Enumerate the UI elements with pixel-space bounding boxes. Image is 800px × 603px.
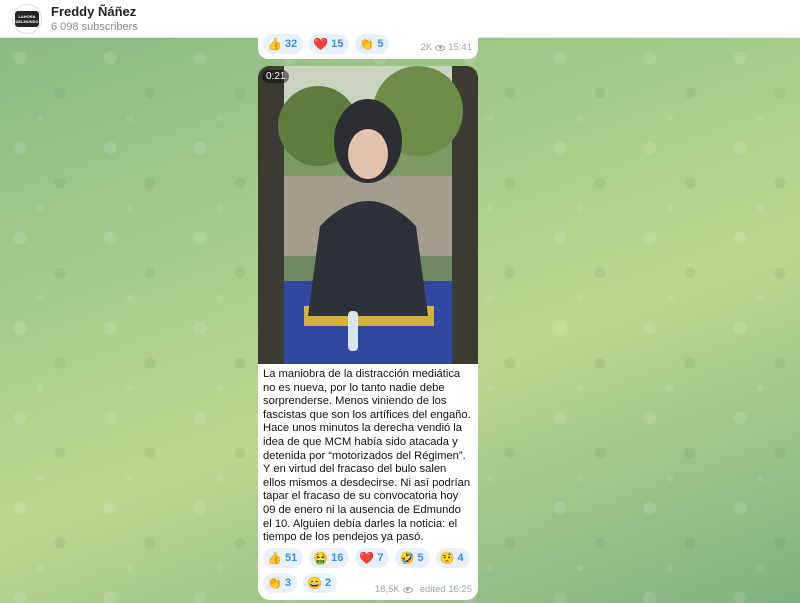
message-meta: 18,5K edited 16:25 xyxy=(375,584,472,595)
reaction-chip[interactable]: 👍 51 xyxy=(263,548,304,568)
reaction-chip[interactable]: 👍 32 xyxy=(263,34,304,54)
edited-time: edited 16:25 xyxy=(419,584,472,595)
red-heart-icon: ❤️ xyxy=(359,551,375,565)
reaction-chip[interactable]: 🤮 16 xyxy=(309,548,350,568)
avatar[interactable]: LAHORA DELMUNDO xyxy=(12,3,42,34)
reaction-chip[interactable]: ❤️ 15 xyxy=(309,34,350,54)
reactions-row: 👍 51 🤮 16 ❤️ 7 🤣 5 🤨 4 xyxy=(263,548,470,568)
reaction-count: 7 xyxy=(377,552,384,564)
reaction-count: 5 xyxy=(417,552,424,564)
video-frame-image xyxy=(258,66,478,364)
thumbs-up-icon: 👍 xyxy=(267,37,282,51)
channel-logo: LAHORA DELMUNDO xyxy=(15,10,39,27)
reaction-count: 15 xyxy=(331,38,344,50)
video-thumbnail[interactable]: 0:21 xyxy=(258,66,478,364)
subscriber-count: 6 098 subscribers xyxy=(51,21,138,33)
vomiting-face-icon: 🤮 xyxy=(313,551,329,565)
view-count: 18,5K xyxy=(374,584,400,595)
message-bubble: 0:21 La maniobra de la distracción mediá… xyxy=(258,66,478,600)
reaction-chip[interactable]: 😄 2 xyxy=(303,573,338,593)
channel-name: Freddy Ñáñez xyxy=(51,4,137,19)
reactions-row: 👏 3 😄 2 xyxy=(263,573,338,593)
previous-message: 👍 32 ❤️ 15 👏 5 2K 15:41 xyxy=(258,30,478,59)
reaction-count: 51 xyxy=(284,552,298,564)
reaction-count: 3 xyxy=(284,577,292,589)
rolling-laughing-icon: 🤣 xyxy=(399,551,415,565)
clapping-icon: 👏 xyxy=(359,37,375,51)
view-count: 2K xyxy=(420,42,433,53)
reaction-count: 2 xyxy=(325,577,332,589)
thumbs-up-icon: 👍 xyxy=(267,551,282,565)
reaction-count: 32 xyxy=(284,38,298,50)
eye-icon xyxy=(435,44,446,51)
red-heart-icon: ❤️ xyxy=(313,37,329,51)
channel-info[interactable]: Freddy Ñáñez 6 098 subscribers xyxy=(51,4,138,33)
reactions-row: 👍 32 ❤️ 15 👏 5 xyxy=(263,34,390,54)
reaction-chip[interactable]: ❤️ 7 xyxy=(355,548,390,568)
reaction-chip[interactable]: 👏 3 xyxy=(263,573,298,593)
message-time: 15:41 xyxy=(448,42,472,53)
reaction-chip[interactable]: 👏 5 xyxy=(355,34,390,54)
message-text: La maniobra de la distracción mediática … xyxy=(263,368,471,544)
grinning-face-icon: 😄 xyxy=(307,576,323,590)
clapping-icon: 👏 xyxy=(267,576,282,590)
reaction-chip[interactable]: 🤣 5 xyxy=(395,548,430,568)
reaction-count: 4 xyxy=(457,552,464,564)
raised-eyebrow-icon: 🤨 xyxy=(439,551,455,565)
video-duration: 0:21 xyxy=(262,70,290,83)
eye-icon xyxy=(402,586,413,593)
reaction-chip[interactable]: 🤨 4 xyxy=(435,548,470,568)
message-meta: 2K 15:41 xyxy=(421,42,472,53)
reaction-count: 16 xyxy=(331,552,344,564)
reaction-count: 5 xyxy=(377,38,384,50)
